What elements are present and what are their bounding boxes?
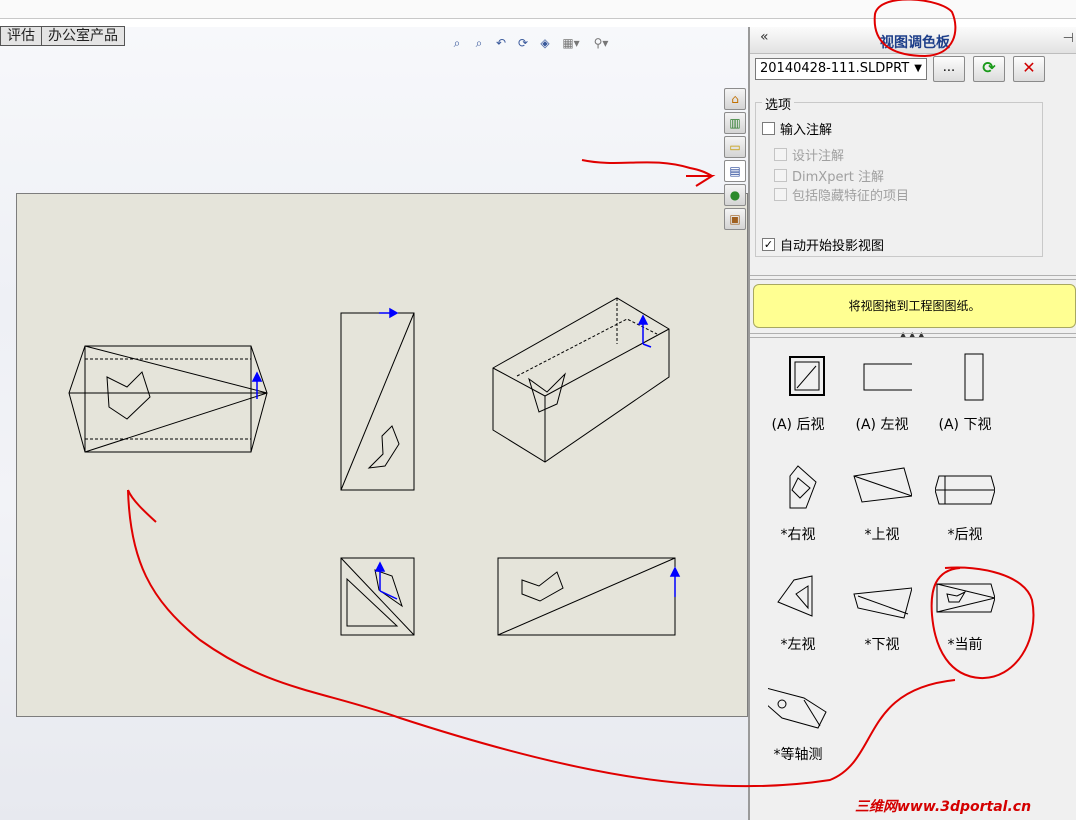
view-thumbnail-icon: [853, 467, 913, 503]
divider: [750, 333, 1076, 338]
panel-header: « 视图调色板 ⊣: [750, 27, 1076, 54]
clear-button[interactable]: ✕: [1013, 56, 1045, 82]
auto-start-projected-view-checkbox[interactable]: ✓ 自动开始投影视图: [762, 235, 884, 254]
refresh-button[interactable]: ⟳: [973, 56, 1005, 82]
view-thumbnail-icon: [765, 687, 827, 729]
checkbox-label: 包括隐藏特征的项目: [792, 189, 910, 204]
drawing-sheet[interactable]: [16, 193, 748, 717]
checkbox-label: 设计注解: [792, 149, 845, 164]
view-palette-panel: « 视图调色板 ⊣ 20140428-111.SLDPRT ▼ ... ⟳ ✕ …: [748, 27, 1076, 820]
window-top-strip: [0, 0, 1076, 19]
view-thumbnail-icon: [853, 587, 913, 619]
view-thumbnail-icon: [777, 575, 813, 617]
checkbox-box: ✓: [762, 238, 775, 251]
view-label: (A) 下视: [938, 417, 992, 433]
top-view-drawing: [340, 312, 415, 491]
view-thumbnail-icon: [789, 356, 825, 396]
view-bottom[interactable]: *下视: [837, 572, 927, 672]
zoom-to-fit-icon[interactable]: ⌕: [448, 34, 466, 52]
view-label: *等轴测: [773, 747, 823, 763]
view-a-bottom[interactable]: (A) 下视: [920, 352, 1010, 452]
refresh-icon: ⟳: [982, 58, 996, 77]
view-label: (A) 左视: [855, 417, 909, 433]
drag-hint: 将视图拖到工程图图纸。: [753, 284, 1076, 328]
view-back[interactable]: *后视: [920, 462, 1010, 562]
view-thumbnail-icon: [936, 583, 996, 613]
view-label: (A) 后视: [771, 417, 825, 433]
tab-evaluate[interactable]: 评估: [0, 26, 42, 46]
custom-properties-icon[interactable]: ▣: [724, 208, 746, 230]
options-group-label: 选项: [762, 94, 795, 113]
view-label: *上视: [864, 527, 900, 543]
view-isometric[interactable]: *等轴测: [753, 682, 843, 782]
front-view-drawing: [68, 345, 268, 453]
rotate-icon[interactable]: ⟳: [514, 34, 532, 52]
import-annotations-checkbox[interactable]: 输入注解: [762, 119, 832, 138]
heads-up-toolbar: ⌕ ⌕ ↶ ⟳ ◈ ▦▾ ⚲▾: [448, 33, 614, 53]
view-palette-icon[interactable]: ▤: [724, 160, 746, 182]
include-hidden-features-checkbox[interactable]: 包括隐藏特征的项目: [774, 185, 909, 204]
checkbox-box: [762, 122, 775, 135]
divider: [750, 275, 1076, 280]
dimxpert-annotations-checkbox[interactable]: DimXpert 注解: [774, 166, 884, 185]
drawing-views: [68, 297, 681, 636]
view-label: *当前: [947, 637, 983, 653]
checkbox-label: 输入注解: [780, 123, 833, 138]
view-a-back[interactable]: (A) 后视: [753, 352, 843, 452]
checkbox-box: [774, 169, 787, 182]
checkbox-box: [774, 188, 787, 201]
previous-view-icon[interactable]: ↶: [492, 34, 510, 52]
view-label: *下视: [864, 637, 900, 653]
bottom-right-view-drawing: [497, 557, 676, 636]
view-a-left[interactable]: (A) 左视: [837, 352, 927, 452]
watermark: 三维网www.3dportal.cn: [855, 799, 1032, 815]
view-label: *右视: [780, 527, 816, 543]
checkbox-label: DimXpert 注解: [792, 170, 885, 185]
hide-show-icon[interactable]: ⚲▾: [588, 34, 614, 52]
library-icon[interactable]: ▥: [724, 112, 746, 134]
view-left[interactable]: *左视: [753, 572, 843, 672]
view-label: *左视: [780, 637, 816, 653]
view-thumbnail-icon: [934, 475, 996, 505]
design-annotations-checkbox[interactable]: 设计注解: [774, 145, 844, 164]
task-pane-tabs: ⌂ ▥ ▭ ▤ ● ▣: [724, 88, 748, 232]
view-top[interactable]: *上视: [837, 462, 927, 562]
view-right[interactable]: *右视: [753, 462, 843, 562]
browse-button[interactable]: ...: [933, 56, 965, 82]
section-view-icon[interactable]: ◈: [536, 34, 554, 52]
pin-icon[interactable]: ⊣: [1063, 31, 1074, 46]
view-label: *后视: [947, 527, 983, 543]
checkbox-label: 自动开始投影视图: [780, 239, 885, 254]
checkbox-box: [774, 148, 787, 161]
appearance-icon[interactable]: ●: [724, 184, 746, 206]
command-tabs: 评估 办公室产品: [0, 26, 125, 46]
tab-office-products[interactable]: 办公室产品: [41, 26, 125, 46]
home-icon[interactable]: ⌂: [724, 88, 746, 110]
zoom-area-icon[interactable]: ⌕: [470, 34, 488, 52]
options-group: 选项 输入注解 设计注解 DimXpert 注解 包括隐藏特征的项目 ✓ 自动开…: [755, 94, 1043, 257]
display-style-icon[interactable]: ▦▾: [558, 34, 584, 52]
panel-title: 视图调色板: [880, 35, 950, 51]
view-current[interactable]: *当前: [920, 572, 1010, 672]
view-thumbnail-icon: [789, 465, 817, 509]
file-select-value: 20140428-111.SLDPRT: [760, 61, 910, 76]
folder-icon[interactable]: ▭: [724, 136, 746, 158]
chevron-down-icon: ▼: [914, 63, 922, 74]
file-select[interactable]: 20140428-111.SLDPRT ▼: [755, 58, 927, 80]
view-thumbnail-icon: [964, 353, 984, 401]
collapse-icon[interactable]: «: [760, 29, 769, 45]
view-thumbnail-icon: [863, 363, 925, 391]
close-icon: ✕: [1022, 58, 1036, 77]
